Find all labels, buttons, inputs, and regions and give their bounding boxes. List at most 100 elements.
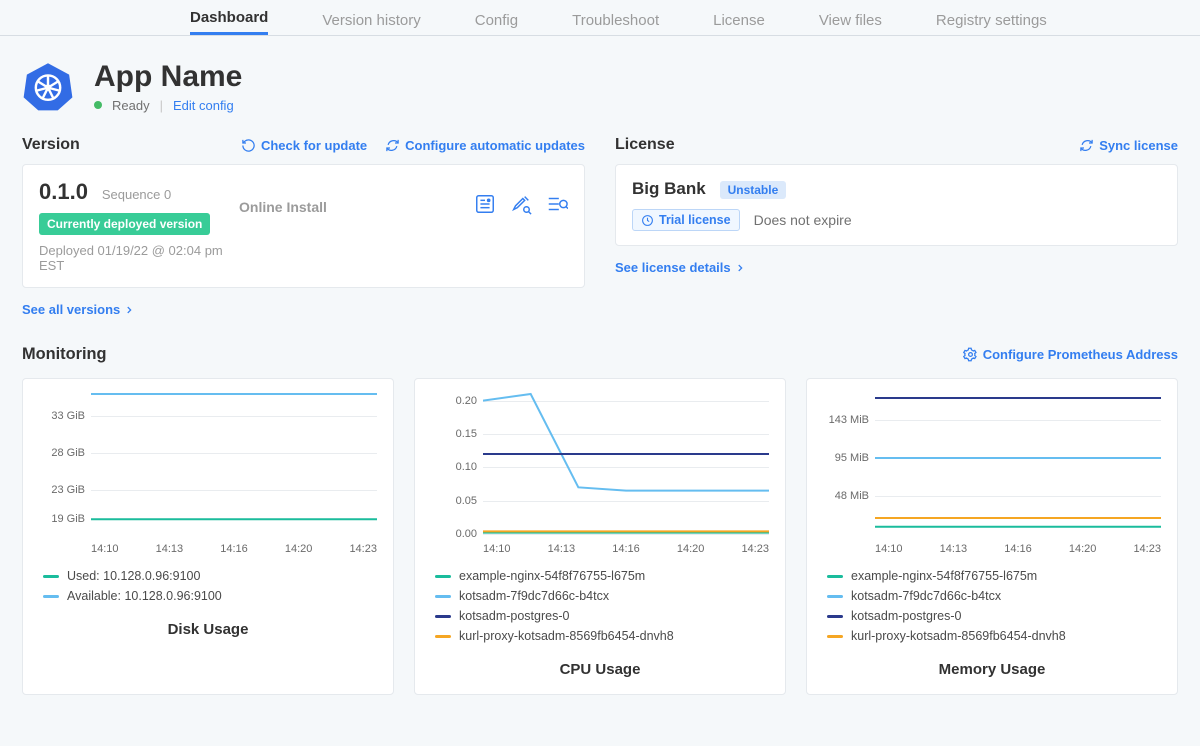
- tab-version-history[interactable]: Version history: [322, 12, 420, 35]
- refresh-icon: [241, 138, 256, 153]
- x-tick: 14:10: [91, 543, 119, 555]
- check-update-button[interactable]: Check for update: [241, 138, 367, 153]
- legend-swatch-icon: [435, 595, 451, 598]
- see-all-versions-link[interactable]: See all versions: [22, 302, 585, 317]
- version-card: Version Check for update Configure autom…: [22, 136, 585, 317]
- legend-label: kurl-proxy-kotsadm-8569fb6454-dnvh8: [459, 629, 674, 643]
- nav-tabs: Dashboard Version history Config Troublesho…: [0, 0, 1200, 36]
- tab-dashboard[interactable]: Dashboard: [190, 9, 268, 35]
- preflight-icon[interactable]: [546, 193, 568, 215]
- x-tick: 14:16: [1004, 543, 1032, 555]
- y-tick: 33 GiB: [35, 410, 85, 422]
- app-name: App Name: [94, 60, 242, 94]
- chevron-right-icon: [735, 263, 745, 273]
- see-license-details-link[interactable]: See license details: [615, 260, 1178, 275]
- release-notes-icon[interactable]: [474, 193, 496, 215]
- x-tick: 14:13: [940, 543, 968, 555]
- monitoring-section: Monitoring Configure Prometheus Address …: [0, 317, 1200, 717]
- install-mode: Online Install: [239, 179, 474, 215]
- edit-config-link[interactable]: Edit config: [173, 98, 234, 113]
- x-tick: 14:23: [1133, 543, 1161, 555]
- x-tick: 14:20: [677, 543, 705, 555]
- y-tick: 19 GiB: [35, 513, 85, 525]
- app-header: App Name Ready | Edit config: [0, 36, 1200, 116]
- legend-swatch-icon: [43, 575, 59, 578]
- legend-item: kurl-proxy-kotsadm-8569fb6454-dnvh8: [827, 629, 1165, 643]
- clock-icon: [641, 214, 654, 227]
- chart-cpu-usage: 0.200.150.100.050.0014:1014:1314:1614:20…: [414, 378, 786, 695]
- legend-label: Available: 10.128.0.96:9100: [67, 589, 222, 603]
- chart-title: CPU Usage: [423, 661, 777, 678]
- x-tick: 14:20: [285, 543, 313, 555]
- license-name: Big Bank: [632, 179, 706, 198]
- y-tick: 0.10: [427, 461, 477, 473]
- y-tick: 0.00: [427, 528, 477, 540]
- y-tick: 0.20: [427, 395, 477, 407]
- legend-swatch-icon: [435, 615, 451, 618]
- chart-memory-usage: 143 MiB95 MiB48 MiB14:1014:1314:1614:201…: [806, 378, 1178, 695]
- tab-license[interactable]: License: [713, 12, 765, 35]
- chart-disk-usage: 33 GiB 28 GiB 23 GiB 19 GiB 14:10 14:13 14:16 1…: [22, 378, 394, 695]
- x-tick: 14:23: [349, 543, 377, 555]
- x-tick: 14:10: [483, 543, 511, 555]
- x-tick: 14:23: [741, 543, 769, 555]
- legend-item: kotsadm-7f9dc7d66c-b4tcx: [827, 589, 1165, 603]
- legend-item: kotsadm-postgres-0: [435, 609, 773, 623]
- x-tick: 14:16: [220, 543, 248, 555]
- legend-label: kotsadm-7f9dc7d66c-b4tcx: [459, 589, 609, 603]
- sync-license-button[interactable]: Sync license: [1079, 138, 1178, 153]
- legend-swatch-icon: [43, 595, 59, 598]
- legend-item: Available: 10.128.0.96:9100: [43, 589, 381, 603]
- tab-registry-settings[interactable]: Registry settings: [936, 12, 1047, 35]
- license-title: License: [615, 136, 675, 154]
- version-title: Version: [22, 136, 80, 154]
- legend-item: kotsadm-postgres-0: [827, 609, 1165, 623]
- kubernetes-icon: [22, 56, 74, 116]
- legend-label: kotsadm-7f9dc7d66c-b4tcx: [851, 589, 1001, 603]
- legend-label: example-nginx-54f8f76755-l675m: [851, 569, 1037, 583]
- y-tick: 143 MiB: [819, 414, 869, 426]
- legend-label: kurl-proxy-kotsadm-8569fb6454-dnvh8: [851, 629, 1066, 643]
- legend-label: kotsadm-postgres-0: [851, 609, 961, 623]
- legend-swatch-icon: [827, 595, 843, 598]
- legend-label: Used: 10.128.0.96:9100: [67, 569, 200, 583]
- monitoring-title: Monitoring: [22, 345, 107, 364]
- x-tick: 14:13: [548, 543, 576, 555]
- x-tick: 14:13: [156, 543, 184, 555]
- status-text: Ready: [112, 98, 150, 113]
- sync-icon: [385, 138, 400, 153]
- chevron-right-icon: [124, 305, 134, 315]
- legend-swatch-icon: [435, 635, 451, 638]
- deployed-badge: Currently deployed version: [39, 213, 210, 235]
- legend-label: kotsadm-postgres-0: [459, 609, 569, 623]
- license-channel-badge: Unstable: [720, 181, 787, 199]
- license-expiry: Does not expire: [754, 212, 852, 228]
- configure-prometheus-button[interactable]: Configure Prometheus Address: [963, 347, 1178, 362]
- license-card: License Sync license Big Bank Unstable T…: [615, 136, 1178, 317]
- auto-update-button[interactable]: Configure automatic updates: [385, 138, 585, 153]
- legend-item: kotsadm-7f9dc7d66c-b4tcx: [435, 589, 773, 603]
- legend-item: example-nginx-54f8f76755-l675m: [827, 569, 1165, 583]
- y-tick: 95 MiB: [819, 452, 869, 464]
- tab-troubleshoot[interactable]: Troubleshoot: [572, 12, 659, 35]
- tab-view-files[interactable]: View files: [819, 12, 882, 35]
- y-tick: 28 GiB: [35, 447, 85, 459]
- legend-item: kurl-proxy-kotsadm-8569fb6454-dnvh8: [435, 629, 773, 643]
- chart-title: Disk Usage: [31, 621, 385, 638]
- chart-title: Memory Usage: [815, 661, 1169, 678]
- y-tick: 48 MiB: [819, 490, 869, 502]
- legend-item: example-nginx-54f8f76755-l675m: [435, 569, 773, 583]
- legend-item: Used: 10.128.0.96:9100: [43, 569, 381, 583]
- gear-icon: [963, 347, 978, 362]
- version-number: 0.1.0: [39, 179, 88, 204]
- y-tick: 0.05: [427, 495, 477, 507]
- legend-label: example-nginx-54f8f76755-l675m: [459, 569, 645, 583]
- y-tick: 23 GiB: [35, 484, 85, 496]
- trial-license-badge: Trial license: [632, 209, 740, 231]
- sync-icon: [1079, 138, 1094, 153]
- x-tick: 14:20: [1069, 543, 1097, 555]
- tab-config[interactable]: Config: [475, 12, 518, 35]
- config-icon[interactable]: [510, 193, 532, 215]
- sequence-number: Sequence 0: [102, 187, 171, 202]
- legend-swatch-icon: [435, 575, 451, 578]
